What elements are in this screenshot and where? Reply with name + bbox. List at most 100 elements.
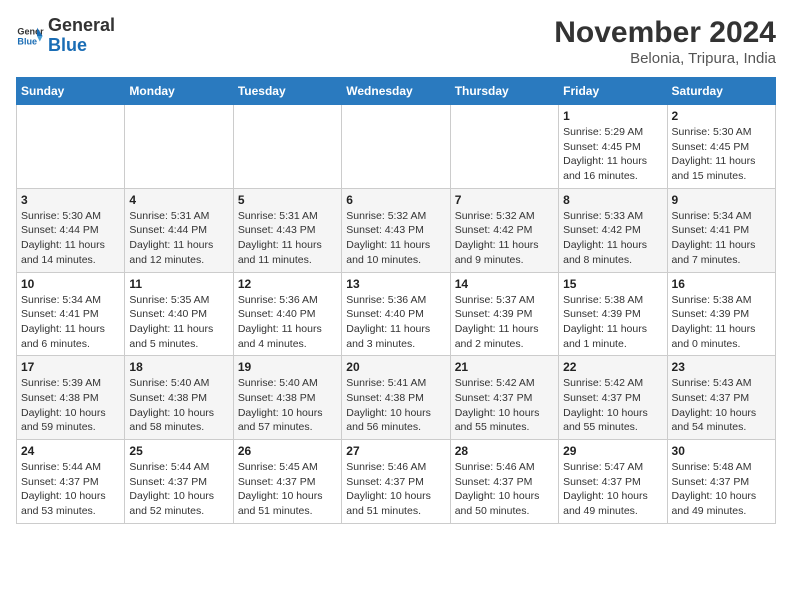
calendar-cell: 5 Sunrise: 5:31 AMSunset: 4:43 PMDaylight… [233, 188, 341, 272]
day-number: 26 [238, 444, 337, 458]
calendar-cell: 24Sunrise: 5:44 AMSunset: 4:37 PMDayligh… [17, 440, 125, 524]
day-number: 15 [563, 277, 662, 291]
calendar-week-1: 1 Sunrise: 5:29 AMSunset: 4:45 PMDaylight… [17, 105, 776, 189]
day-number: 6 [346, 193, 445, 207]
day-info: Sunrise: 5:42 AMSunset: 4:37 PMDaylight:… [563, 376, 662, 435]
weekday-header-row: SundayMondayTuesdayWednesdayThursdayFrid… [17, 78, 776, 105]
svg-text:Blue: Blue [17, 36, 37, 46]
calendar-cell [450, 105, 558, 189]
calendar-cell: 17Sunrise: 5:39 AMSunset: 4:38 PMDayligh… [17, 356, 125, 440]
title-block: November 2024 Belonia, Tripura, India [554, 16, 776, 67]
calendar-cell [342, 105, 450, 189]
day-info: Sunrise: 5:46 AMSunset: 4:37 PMDaylight:… [455, 460, 554, 519]
day-info: Sunrise: 5:38 AMSunset: 4:39 PMDaylight:… [563, 293, 662, 352]
day-number: 21 [455, 360, 554, 374]
day-number: 16 [672, 277, 771, 291]
day-info: Sunrise: 5:44 AMSunset: 4:37 PMDaylight:… [129, 460, 228, 519]
day-info: Sunrise: 5:40 AMSunset: 4:38 PMDaylight:… [238, 376, 337, 435]
day-info: Sunrise: 5:29 AMSunset: 4:45 PMDaylight:… [563, 125, 662, 184]
day-info: Sunrise: 5:39 AMSunset: 4:38 PMDaylight:… [21, 376, 120, 435]
day-number: 29 [563, 444, 662, 458]
calendar-cell: 30 Sunrise: 5:48 AMSunset: 4:37 PMDayligh… [667, 440, 775, 524]
day-number: 5 [238, 193, 337, 207]
calendar-cell: 19 Sunrise: 5:40 AMSunset: 4:38 PMDayligh… [233, 356, 341, 440]
calendar-week-3: 10 Sunrise: 5:34 AMSunset: 4:41 PMDayligh… [17, 272, 776, 356]
calendar-cell: 1 Sunrise: 5:29 AMSunset: 4:45 PMDaylight… [559, 105, 667, 189]
day-number: 2 [672, 109, 771, 123]
calendar-cell [125, 105, 233, 189]
weekday-header-sunday: Sunday [17, 78, 125, 105]
calendar-cell: 26Sunrise: 5:45 AMSunset: 4:37 PMDayligh… [233, 440, 341, 524]
calendar-cell: 6 Sunrise: 5:32 AMSunset: 4:43 PMDaylight… [342, 188, 450, 272]
calendar-cell: 25 Sunrise: 5:44 AMSunset: 4:37 PMDayligh… [125, 440, 233, 524]
day-info: Sunrise: 5:34 AMSunset: 4:41 PMDaylight:… [21, 293, 120, 352]
day-number: 30 [672, 444, 771, 458]
calendar-cell: 7Sunrise: 5:32 AMSunset: 4:42 PMDaylight… [450, 188, 558, 272]
day-number: 10 [21, 277, 120, 291]
calendar-cell: 21 Sunrise: 5:42 AMSunset: 4:37 PMDayligh… [450, 356, 558, 440]
day-number: 23 [672, 360, 771, 374]
calendar-cell: 3 Sunrise: 5:30 AMSunset: 4:44 PMDaylight… [17, 188, 125, 272]
calendar-cell: 16Sunrise: 5:38 AMSunset: 4:39 PMDayligh… [667, 272, 775, 356]
weekday-header-tuesday: Tuesday [233, 78, 341, 105]
day-info: Sunrise: 5:32 AMSunset: 4:43 PMDaylight:… [346, 209, 445, 268]
weekday-header-thursday: Thursday [450, 78, 558, 105]
day-number: 18 [129, 360, 228, 374]
calendar-cell: 20 Sunrise: 5:41 AMSunset: 4:38 PMDayligh… [342, 356, 450, 440]
calendar-cell: 27 Sunrise: 5:46 AMSunset: 4:37 PMDayligh… [342, 440, 450, 524]
day-number: 11 [129, 277, 228, 291]
day-number: 8 [563, 193, 662, 207]
day-number: 12 [238, 277, 337, 291]
day-number: 9 [672, 193, 771, 207]
calendar-cell: 13Sunrise: 5:36 AMSunset: 4:40 PMDayligh… [342, 272, 450, 356]
day-info: Sunrise: 5:37 AMSunset: 4:39 PMDaylight:… [455, 293, 554, 352]
day-number: 24 [21, 444, 120, 458]
day-number: 13 [346, 277, 445, 291]
day-number: 3 [21, 193, 120, 207]
month-title: November 2024 [554, 16, 776, 50]
day-number: 14 [455, 277, 554, 291]
logo-icon: General Blue [16, 22, 44, 50]
calendar-cell: 29 Sunrise: 5:47 AMSunset: 4:37 PMDayligh… [559, 440, 667, 524]
calendar-cell: 22 Sunrise: 5:42 AMSunset: 4:37 PMDayligh… [559, 356, 667, 440]
logo: General Blue General Blue [16, 16, 115, 56]
weekday-header-monday: Monday [125, 78, 233, 105]
day-number: 20 [346, 360, 445, 374]
day-number: 27 [346, 444, 445, 458]
day-number: 28 [455, 444, 554, 458]
day-number: 1 [563, 109, 662, 123]
logo-text: General Blue [48, 16, 115, 56]
day-info: Sunrise: 5:46 AMSunset: 4:37 PMDaylight:… [346, 460, 445, 519]
day-info: Sunrise: 5:30 AMSunset: 4:45 PMDaylight:… [672, 125, 771, 184]
day-info: Sunrise: 5:47 AMSunset: 4:37 PMDaylight:… [563, 460, 662, 519]
header: General Blue General Blue November 2024 … [16, 16, 776, 67]
calendar-cell: 15 Sunrise: 5:38 AMSunset: 4:39 PMDayligh… [559, 272, 667, 356]
calendar-cell: 4Sunrise: 5:31 AMSunset: 4:44 PMDaylight… [125, 188, 233, 272]
calendar-cell: 11 Sunrise: 5:35 AMSunset: 4:40 PMDayligh… [125, 272, 233, 356]
day-info: Sunrise: 5:43 AMSunset: 4:37 PMDaylight:… [672, 376, 771, 435]
day-info: Sunrise: 5:36 AMSunset: 4:40 PMDaylight:… [238, 293, 337, 352]
calendar-cell [233, 105, 341, 189]
calendar-cell [17, 105, 125, 189]
day-info: Sunrise: 5:33 AMSunset: 4:42 PMDaylight:… [563, 209, 662, 268]
day-info: Sunrise: 5:35 AMSunset: 4:40 PMDaylight:… [129, 293, 228, 352]
calendar-cell: 28 Sunrise: 5:46 AMSunset: 4:37 PMDayligh… [450, 440, 558, 524]
day-number: 22 [563, 360, 662, 374]
calendar-cell: 18 Sunrise: 5:40 AMSunset: 4:38 PMDayligh… [125, 356, 233, 440]
day-number: 19 [238, 360, 337, 374]
calendar-week-2: 3 Sunrise: 5:30 AMSunset: 4:44 PMDaylight… [17, 188, 776, 272]
day-info: Sunrise: 5:48 AMSunset: 4:37 PMDaylight:… [672, 460, 771, 519]
weekday-header-saturday: Saturday [667, 78, 775, 105]
calendar-cell: 8 Sunrise: 5:33 AMSunset: 4:42 PMDaylight… [559, 188, 667, 272]
day-info: Sunrise: 5:42 AMSunset: 4:37 PMDaylight:… [455, 376, 554, 435]
calendar-cell: 23 Sunrise: 5:43 AMSunset: 4:37 PMDayligh… [667, 356, 775, 440]
calendar-cell: 12 Sunrise: 5:36 AMSunset: 4:40 PMDayligh… [233, 272, 341, 356]
day-info: Sunrise: 5:34 AMSunset: 4:41 PMDaylight:… [672, 209, 771, 268]
calendar-table: SundayMondayTuesdayWednesdayThursdayFrid… [16, 77, 776, 524]
calendar-cell: 2 Sunrise: 5:30 AMSunset: 4:45 PMDaylight… [667, 105, 775, 189]
day-info: Sunrise: 5:40 AMSunset: 4:38 PMDaylight:… [129, 376, 228, 435]
day-info: Sunrise: 5:41 AMSunset: 4:38 PMDaylight:… [346, 376, 445, 435]
day-info: Sunrise: 5:31 AMSunset: 4:43 PMDaylight:… [238, 209, 337, 268]
day-info: Sunrise: 5:30 AMSunset: 4:44 PMDaylight:… [21, 209, 120, 268]
day-number: 25 [129, 444, 228, 458]
